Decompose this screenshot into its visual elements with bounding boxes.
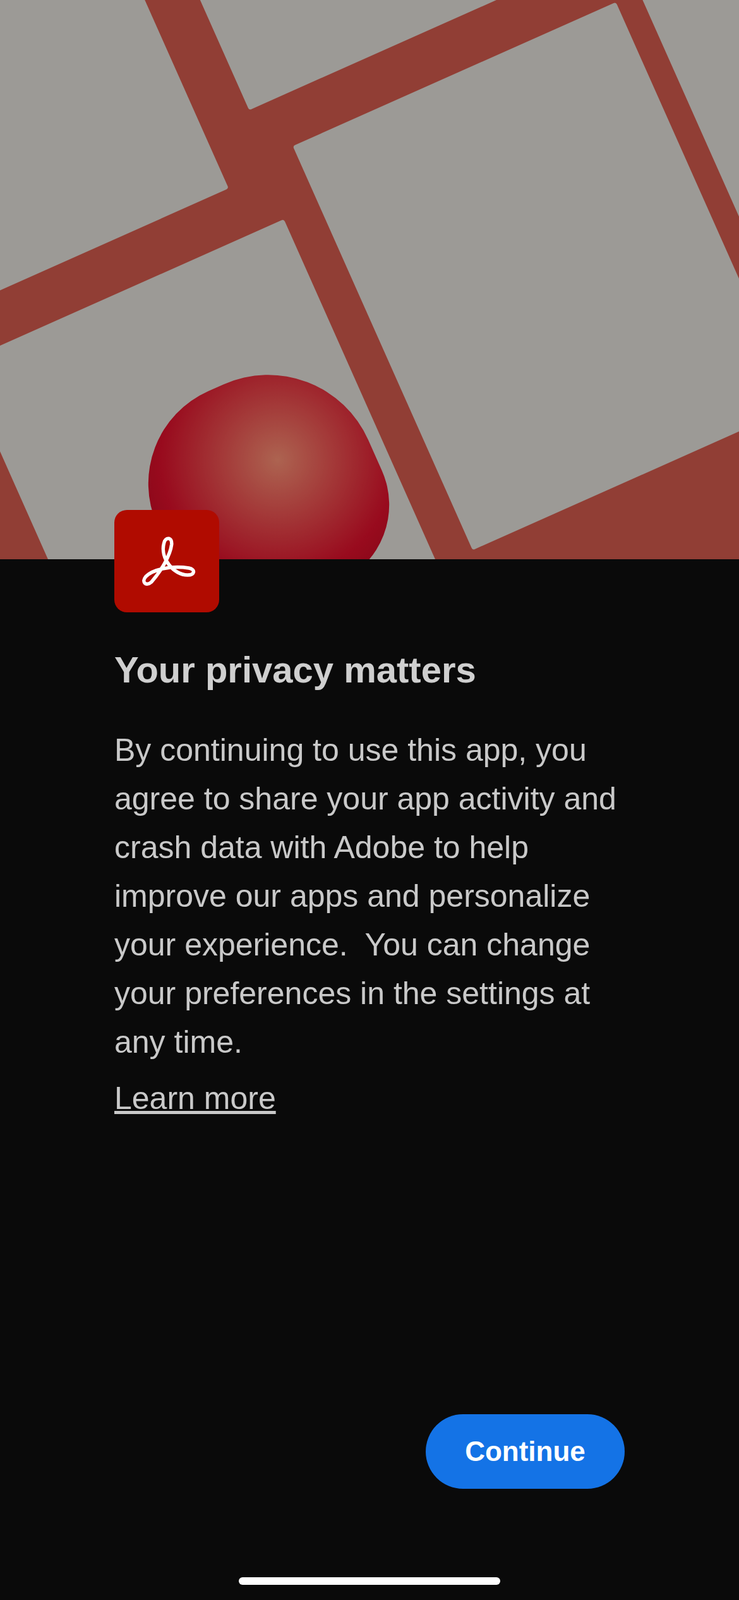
learn-more-link[interactable]: Learn more xyxy=(114,1073,277,1123)
actions: Continue xyxy=(0,1413,739,1489)
hero-image xyxy=(0,0,739,559)
privacy-screen: Your privacy matters By continuing to use… xyxy=(0,0,739,1600)
title: Your privacy matters xyxy=(114,647,477,692)
hero-shade xyxy=(0,0,739,559)
acrobat-logo-icon xyxy=(114,509,220,613)
body-text: By continuing to use this app, you agree… xyxy=(114,725,626,1067)
continue-button[interactable]: Continue xyxy=(425,1413,625,1489)
content: Your privacy matters By continuing to use… xyxy=(0,558,739,1414)
home-indicator[interactable] xyxy=(238,1576,501,1585)
acrobat-swirl-icon xyxy=(132,526,202,596)
home-bar xyxy=(0,1488,739,1600)
